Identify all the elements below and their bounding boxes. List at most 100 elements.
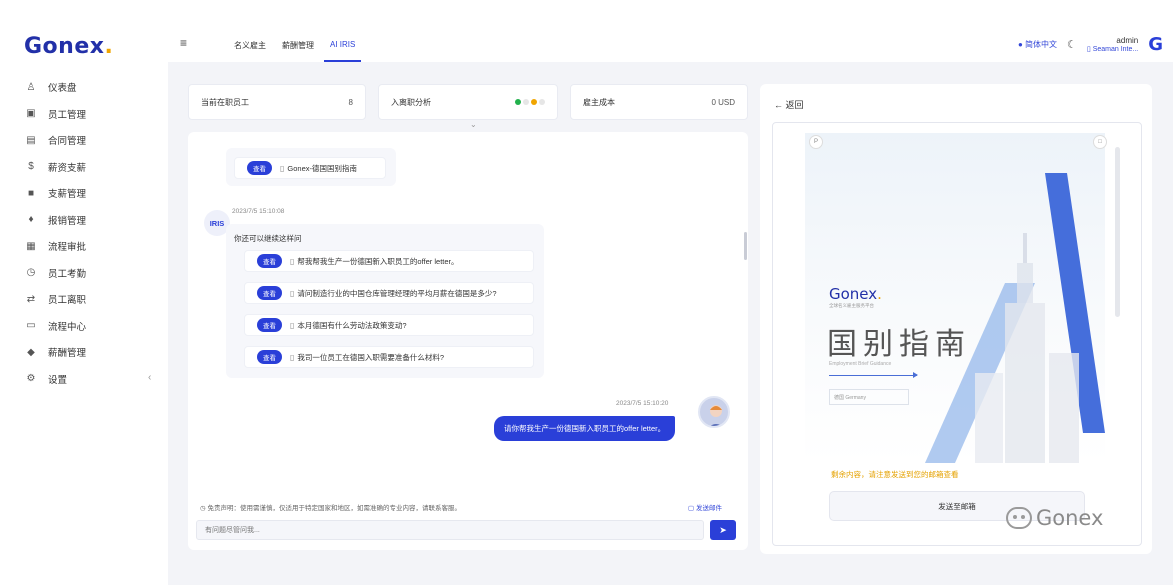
sidebar-item-label: 设置 bbox=[48, 374, 68, 386]
suggestion-text: 我司一位员工在德国入职需要准备什么材料? bbox=[297, 352, 445, 362]
cover-country-box: 德国 Germany bbox=[829, 389, 909, 405]
chat-input[interactable] bbox=[196, 520, 704, 540]
tab-payroll[interactable]: 薪酬管理 bbox=[274, 0, 322, 62]
theme-toggle-icon[interactable]: ☾ bbox=[1067, 38, 1077, 51]
view-badge: 查看 bbox=[257, 318, 282, 332]
preview-scrollbar[interactable] bbox=[1115, 147, 1120, 317]
suggestion-item[interactable]: 查看 ▯ 本月德国有什么劳动法政策变动? bbox=[244, 314, 534, 336]
send-email-link[interactable]: ▢ 发送邮件 bbox=[688, 502, 722, 512]
user-name: admin bbox=[1116, 35, 1139, 45]
suggestion-text: 请问制造行业的中国仓库管理经理的平均月薪在德国是多少? bbox=[297, 288, 497, 298]
sidebar-item-reimburse[interactable]: ♦ 报销管理 bbox=[24, 207, 154, 234]
suggestion-text: 本月德国有什么劳动法政策变动? bbox=[297, 320, 407, 330]
status-dots bbox=[515, 99, 545, 105]
app: Gonex. ♙ 仪表盘 ▣ 员工管理 ▤ 合同管理 $ 薪资支薪 ■ 支薪管理 ♦ 报销管… bbox=[0, 0, 1173, 585]
tab-ai-iris[interactable]: AI IRIS bbox=[322, 0, 363, 62]
stat-active-employees[interactable]: 当前在职员工 8 bbox=[188, 84, 366, 120]
stat-label: 当前在职员工 bbox=[201, 97, 249, 107]
car-icon: ◆ bbox=[27, 346, 35, 358]
suggestion-text: 帮我帮我生产一份德国新入职员工的offer letter。 bbox=[297, 256, 459, 266]
sidebar-nav: ♙ 仪表盘 ▣ 员工管理 ▤ 合同管理 $ 薪资支薪 ■ 支薪管理 ♦ 报销管理 ▦ 流程审批… bbox=[24, 74, 154, 392]
chevron-down-icon[interactable]: ⌄ bbox=[470, 120, 477, 129]
user-timestamp: 2023/7/5 15:10:20 bbox=[616, 400, 669, 407]
stat-employer-cost[interactable]: 雇主成本 0 USD bbox=[570, 84, 748, 120]
user-message: 请你帮我生产一份德国新入职员工的offer letter。 bbox=[494, 416, 676, 441]
stat-turnover-analysis[interactable]: 入离职分析 bbox=[378, 84, 558, 120]
sidebar-item-label: 合同管理 bbox=[48, 136, 87, 148]
suggestion-item[interactable]: 查看 ▯ 请问制造行业的中国仓库管理经理的平均月薪在德国是多少? bbox=[244, 282, 534, 304]
sidebar-item-label: 员工离职 bbox=[48, 295, 87, 307]
payment-icon: ■ bbox=[27, 187, 35, 199]
document-icon: ▯ bbox=[290, 352, 295, 362]
sidebar-item-label: 薪资支薪 bbox=[48, 162, 87, 174]
approval-icon: ▦ bbox=[26, 240, 36, 252]
chat-scrollbar[interactable] bbox=[744, 232, 747, 260]
user-avatar bbox=[698, 396, 730, 428]
user-info[interactable]: admin ▯ Seaman Inte... bbox=[1087, 36, 1138, 54]
sidebar-item-settings[interactable]: ⚙ 设置 bbox=[24, 366, 154, 393]
stat-value: 0 USD bbox=[711, 97, 735, 107]
header-tabs: 名义雇主 薪酬管理 AI IRIS bbox=[226, 0, 363, 62]
sidebar-item-dashboard[interactable]: ♙ 仪表盘 bbox=[24, 74, 154, 101]
sidebar-item-label: 报销管理 bbox=[48, 215, 87, 227]
sidebar-item-approval[interactable]: ▦ 流程审批 bbox=[24, 233, 154, 260]
dashboard-icon: ♙ bbox=[26, 81, 36, 93]
stat-value: 8 bbox=[348, 97, 353, 107]
sidebar-item-label: 员工考勤 bbox=[48, 268, 87, 280]
iris-greeting: 你还可以继续这样问 bbox=[234, 234, 302, 243]
view-badge: 查看 bbox=[257, 254, 282, 268]
document-icon: ▯ bbox=[290, 320, 295, 330]
user-company: ▯ Seaman Inte... bbox=[1086, 45, 1139, 53]
sidebar-item-label: 员工管理 bbox=[48, 109, 87, 121]
sidebar-item-contracts[interactable]: ▤ 合同管理 bbox=[24, 127, 154, 154]
sidebar-item-compensation[interactable]: ◆ 薪酬管理 bbox=[24, 339, 154, 366]
salary-icon: $ bbox=[28, 161, 34, 173]
sidebar-item-label: 流程审批 bbox=[48, 242, 87, 254]
collapse-sidebar-icon[interactable]: ‹ bbox=[148, 372, 151, 383]
sidebar-item-attendance[interactable]: ◷ 员工考勤 bbox=[24, 260, 154, 287]
suggestion-item[interactable]: 查看 ▯ 我司一位员工在德国入职需要准备什么材料? bbox=[244, 346, 534, 368]
cover-subtitle: 全球名义雇主服务平台 bbox=[829, 303, 874, 308]
link-text: Gonex-德国国别指南 bbox=[287, 163, 358, 173]
wechat-watermark: Gonex bbox=[1006, 506, 1103, 530]
sidebar-item-salary[interactable]: $ 薪资支薪 bbox=[24, 154, 154, 181]
guide-link[interactable]: 查看 ▯ Gonex-德国国别指南 bbox=[234, 157, 386, 179]
document-icon: ▯ bbox=[290, 256, 295, 266]
status-dot bbox=[515, 99, 521, 105]
send-button[interactable]: ➤ bbox=[710, 520, 736, 540]
menu-icon[interactable]: ≡ bbox=[180, 36, 187, 50]
avatar[interactable]: G bbox=[1148, 34, 1163, 55]
sidebar-item-offboarding[interactable]: ⇄ 员工离职 bbox=[24, 286, 154, 313]
tab-employer-of-record[interactable]: 名义雇主 bbox=[226, 0, 274, 62]
sidebar-item-payment[interactable]: ■ 支薪管理 bbox=[24, 180, 154, 207]
sidebar-item-employees[interactable]: ▣ 员工管理 bbox=[24, 101, 154, 128]
sidebar-item-process[interactable]: ▭ 流程中心 bbox=[24, 313, 154, 340]
view-badge: 查看 bbox=[247, 161, 272, 175]
document-icon: ▯ bbox=[280, 163, 285, 173]
contract-icon: ▤ bbox=[26, 134, 36, 146]
guide-cover: Gonex. 全球名义雇主服务平台 国别指南 Employment Brief … bbox=[805, 133, 1105, 463]
status-dot bbox=[539, 99, 545, 105]
header-actions: ● 简体中文 ☾ admin ▯ Seaman Inte... G bbox=[1018, 34, 1163, 55]
language-selector[interactable]: ● 简体中文 bbox=[1018, 39, 1057, 50]
sidebar-item-label: 流程中心 bbox=[48, 321, 87, 333]
brand-logo[interactable]: Gonex. bbox=[24, 34, 113, 59]
cover-english-title: Employment Brief Guidance bbox=[829, 361, 892, 367]
iris-timestamp: 2023/7/5 15:10:08 bbox=[232, 208, 285, 215]
next-page-icon[interactable]: □ bbox=[1093, 135, 1107, 149]
suggestion-item[interactable]: 查看 ▯ 帮我帮我生产一份德国新入职员工的offer letter。 bbox=[244, 250, 534, 272]
sidebar-item-label: 仪表盘 bbox=[48, 83, 77, 95]
status-dot bbox=[523, 99, 529, 105]
sidebar-item-label: 薪酬管理 bbox=[48, 348, 87, 360]
top-header: ≡ 名义雇主 薪酬管理 AI IRIS ● 简体中文 ☾ admin ▯ Sea… bbox=[168, 0, 1173, 62]
reimburse-icon: ♦ bbox=[28, 214, 34, 226]
back-button[interactable]: ← 返回 bbox=[774, 98, 804, 111]
send-icon: ➤ bbox=[719, 524, 727, 535]
document-preview-panel: ← 返回 Gonex. 全球名义雇主服务平台 国别指南 Employment B… bbox=[760, 84, 1152, 554]
status-dot bbox=[531, 99, 537, 105]
employee-icon: ▣ bbox=[26, 108, 36, 120]
cover-arrow bbox=[829, 372, 918, 378]
settings-icon: ⚙ bbox=[26, 373, 36, 385]
prev-page-icon[interactable]: P bbox=[809, 135, 823, 149]
cover-title: 国别指南 bbox=[827, 327, 971, 362]
